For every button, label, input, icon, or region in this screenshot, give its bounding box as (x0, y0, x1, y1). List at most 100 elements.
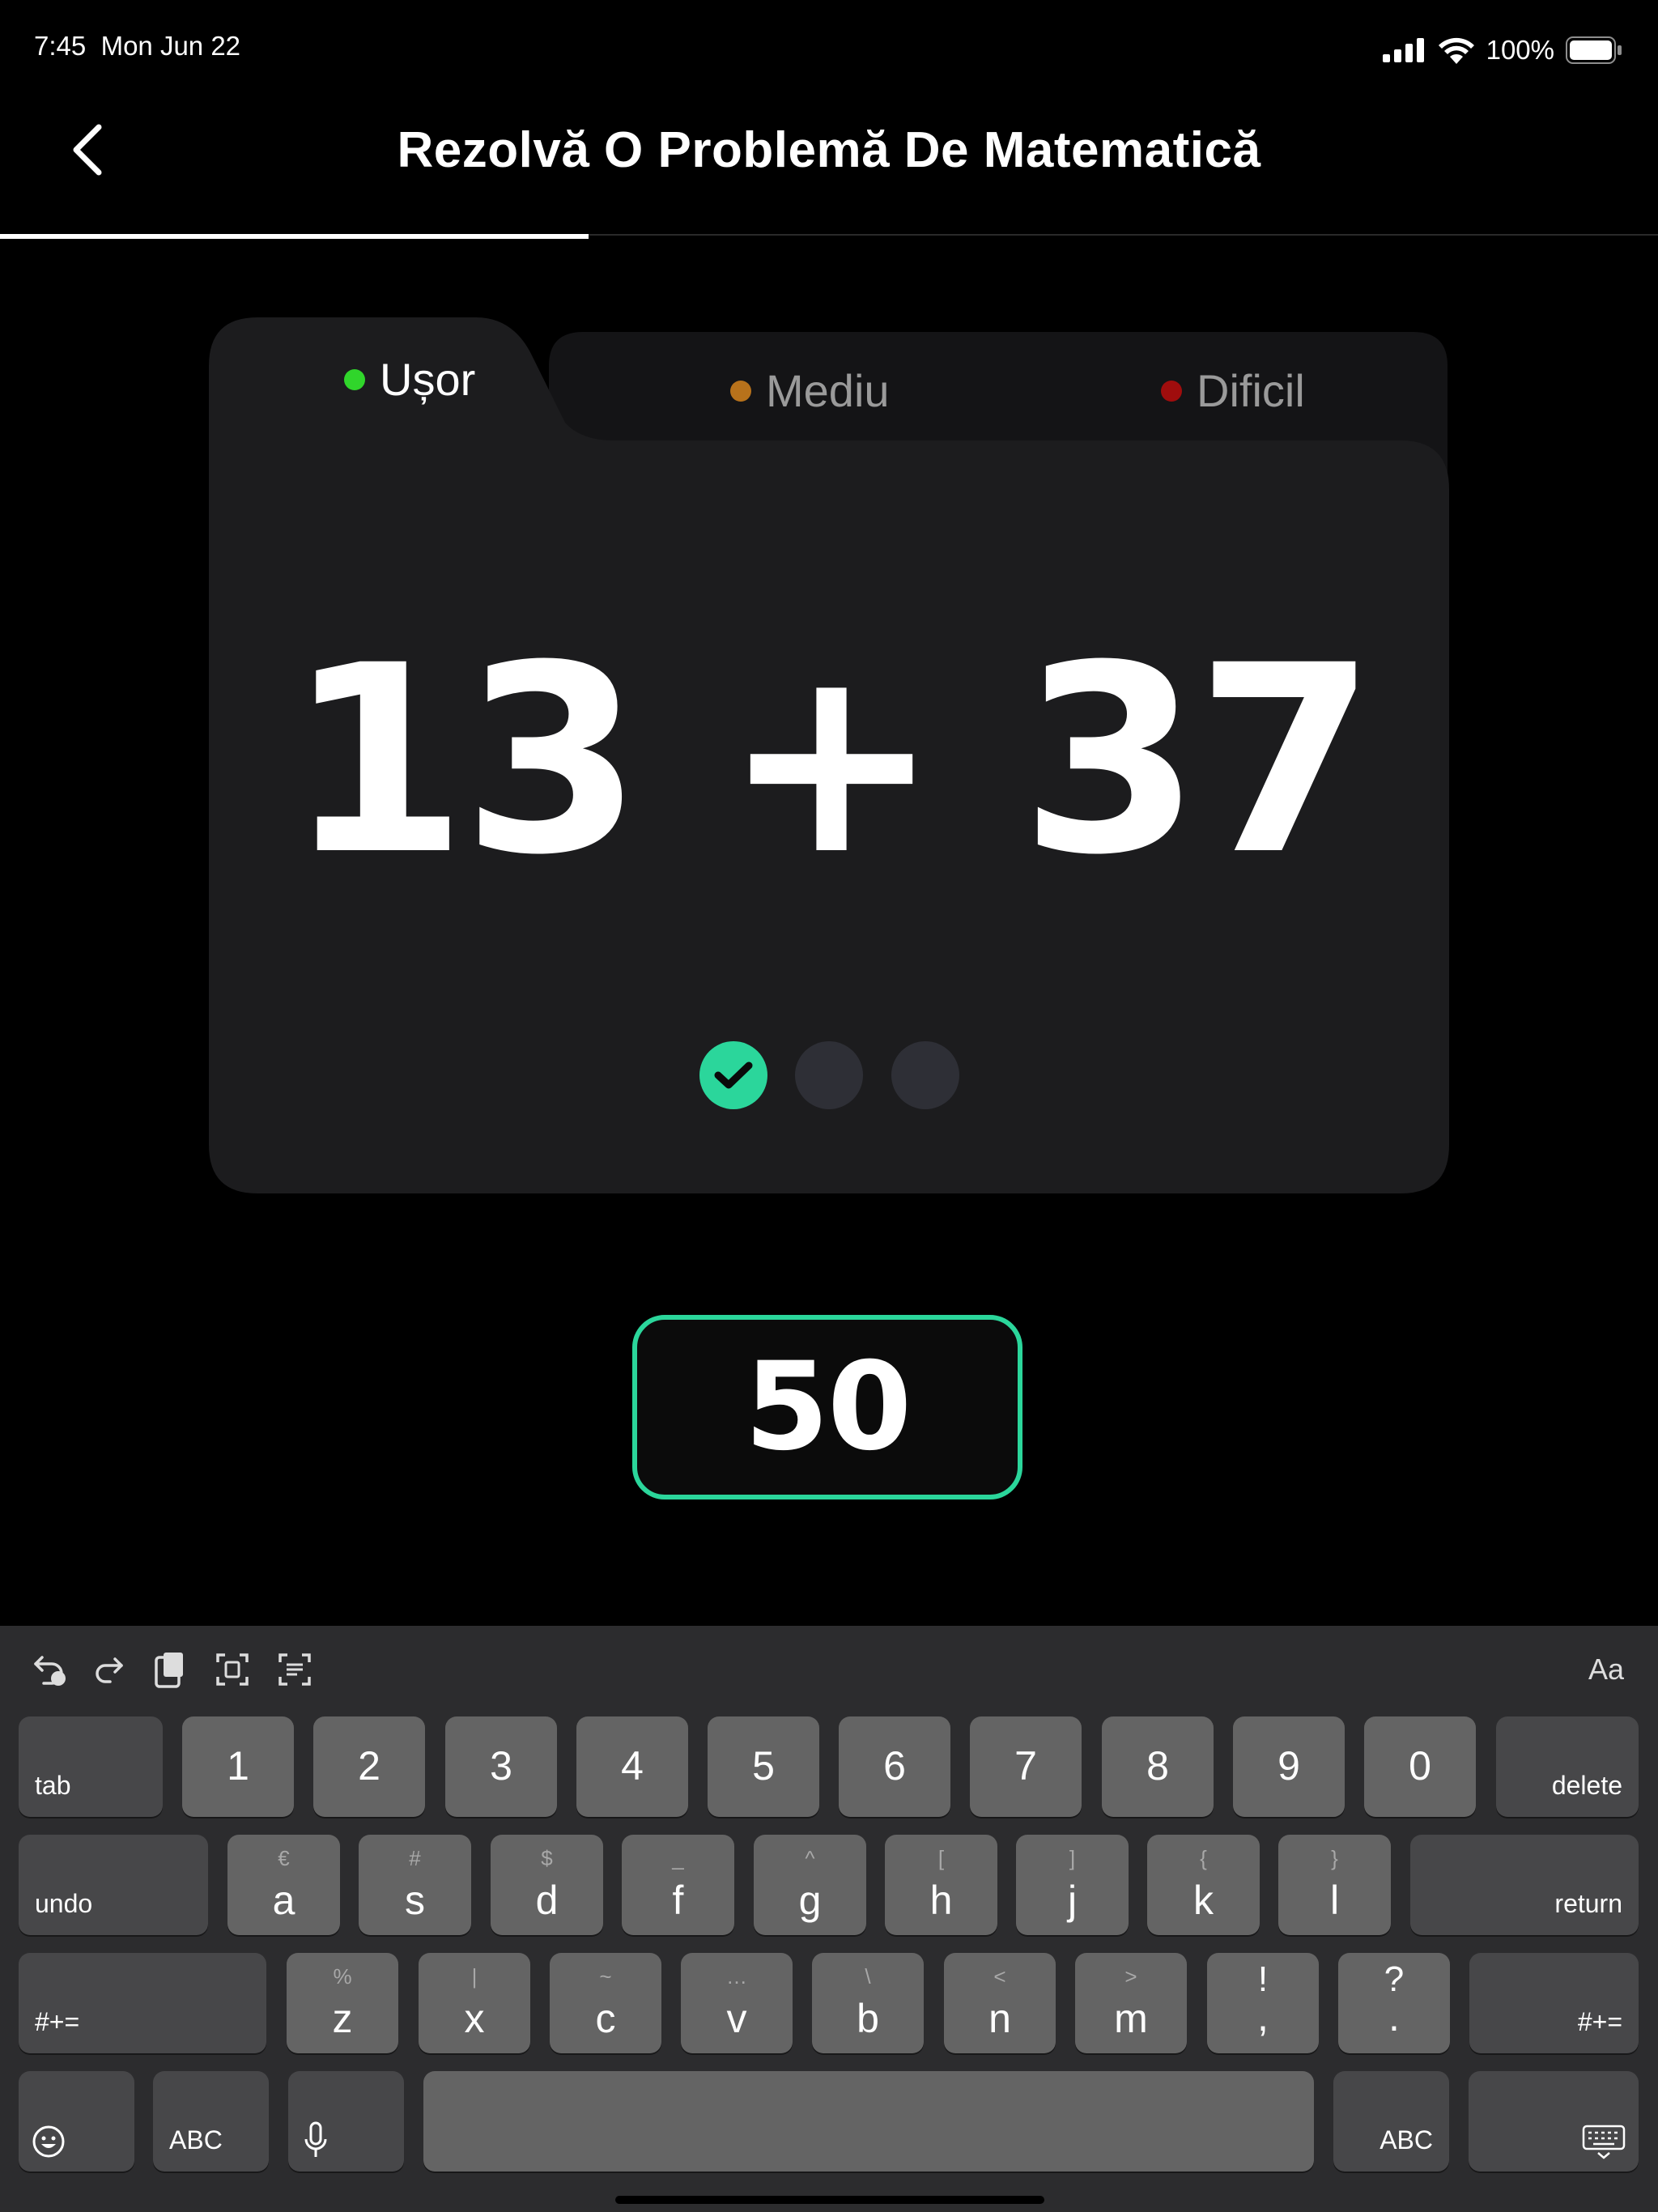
text-format-icon (278, 1653, 311, 1686)
answer-input[interactable] (637, 1336, 1018, 1478)
key-label: , (1257, 1994, 1269, 2040)
answer-field[interactable] (632, 1315, 1022, 1499)
key-label: 2 (358, 1743, 380, 1789)
key-l[interactable]: } l (1278, 1835, 1391, 1935)
key-v[interactable]: … v (681, 1953, 793, 2053)
key-3[interactable]: 3 (445, 1716, 557, 1817)
key-delete[interactable]: delete (1496, 1716, 1639, 1817)
key-label: n (988, 1996, 1011, 2041)
key-label: 8 (1146, 1743, 1169, 1789)
key-space[interactable] (423, 2071, 1314, 2172)
key-alt-label: ^ (805, 1846, 815, 1870)
redo-icon (96, 1657, 123, 1683)
step-indicator-pending (795, 1041, 863, 1109)
key-8[interactable]: 8 (1102, 1716, 1214, 1817)
key-label: j (1067, 1878, 1078, 1923)
wifi-icon (1438, 37, 1474, 64)
key-5[interactable]: 5 (708, 1716, 819, 1817)
key-dismiss-keyboard[interactable] (1469, 2071, 1639, 2172)
key-alt-label: € (278, 1846, 290, 1870)
kb-scan-tool[interactable] (215, 1645, 249, 1694)
key-m[interactable]: > m (1075, 1953, 1187, 2053)
microphone-icon (304, 2121, 327, 2157)
key-s[interactable]: # s (359, 1835, 471, 1935)
key-label: 5 (752, 1743, 775, 1789)
page-title: Rezolvă O Problemă De Matematică (397, 122, 1261, 178)
key-symbols-right[interactable]: #+= (1469, 1953, 1639, 2053)
key-label: #+= (1577, 2007, 1622, 2036)
key-alt-label: | (471, 1964, 478, 1989)
key-alt-label: < (993, 1964, 1006, 1989)
key-abc-right[interactable]: ABC (1333, 2071, 1449, 2172)
key-f[interactable]: _ f (622, 1835, 734, 1935)
key-x[interactable]: | x (419, 1953, 530, 2053)
key-alt-label: ] (1069, 1846, 1076, 1870)
key-label: d (535, 1878, 559, 1923)
battery-percent: 100% (1486, 35, 1554, 65)
emoji-icon (32, 2125, 65, 2158)
math-problem: 13 + 37 (287, 610, 1376, 912)
key-label: l (1329, 1878, 1340, 1923)
key-n[interactable]: < n (944, 1953, 1056, 2053)
kb-format-tool[interactable] (278, 1645, 312, 1694)
key-label: 4 (621, 1743, 644, 1789)
key-7[interactable]: 7 (970, 1716, 1082, 1817)
tab-label: Mediu (766, 365, 890, 416)
key-tab[interactable]: tab (19, 1716, 163, 1817)
key-a[interactable]: € a (227, 1835, 340, 1935)
key-1[interactable]: 1 (182, 1716, 294, 1817)
tab-dificil[interactable]: Dificil (1161, 364, 1305, 417)
level-dot-orange (730, 380, 751, 402)
key-4[interactable]: 4 (576, 1716, 688, 1817)
key-alt-label: [ (937, 1846, 945, 1870)
checkmark-icon (714, 1061, 753, 1089)
key-alt-label: $ (541, 1846, 553, 1870)
key-label: ABC (169, 2125, 223, 2155)
tab-mediu[interactable]: Mediu (730, 364, 890, 417)
key-0[interactable]: 0 (1364, 1716, 1476, 1817)
key-label: 7 (1014, 1743, 1037, 1789)
key-symbols-left[interactable]: #+= (19, 1953, 266, 2053)
key-h[interactable]: [h (885, 1835, 997, 1935)
scan-text-icon (216, 1653, 249, 1686)
undo-icon (34, 1656, 66, 1686)
key-label: 0 (1409, 1743, 1431, 1789)
key-b[interactable]: \ b (812, 1953, 924, 2053)
key-alt-label: \ (865, 1964, 871, 1989)
key-label: g (798, 1878, 822, 1923)
key-label: a (272, 1878, 295, 1923)
key-label: return (1554, 1889, 1622, 1918)
key-label: ABC (1380, 2125, 1433, 2155)
key-g[interactable]: ^ g (754, 1835, 866, 1935)
key-label: 1 (227, 1743, 249, 1789)
key-c[interactable]: ~ c (550, 1953, 661, 2053)
key-d[interactable]: $ d (491, 1835, 603, 1935)
key-abc-left[interactable]: ABC (153, 2071, 269, 2172)
status-indicators: 100% (1382, 29, 1622, 71)
kb-redo-tool[interactable] (92, 1645, 126, 1694)
key-label: #+= (35, 2007, 80, 2036)
kb-paste-tool[interactable] (154, 1645, 186, 1694)
key-z[interactable]: % z (287, 1953, 398, 2053)
key-9[interactable]: 9 (1233, 1716, 1345, 1817)
key-alt-label: } (1331, 1846, 1338, 1870)
key-return[interactable]: return (1410, 1835, 1639, 1935)
key-undo[interactable]: undo (19, 1835, 208, 1935)
home-indicator (615, 2196, 1044, 2204)
key-2[interactable]: 2 (313, 1716, 425, 1817)
key-label: k (1193, 1878, 1214, 1923)
key-6[interactable]: 6 (839, 1716, 950, 1817)
key-label: x (464, 1996, 485, 2041)
key-period[interactable]: ?. (1338, 1953, 1450, 2053)
kb-format-button[interactable]: Aa (1588, 1645, 1624, 1694)
key-label: 6 (883, 1743, 906, 1789)
tab-usor[interactable]: Ușor (344, 353, 475, 406)
key-comma[interactable]: !, (1207, 1953, 1319, 2053)
key-emoji[interactable] (19, 2071, 134, 2172)
key-k[interactable]: {k (1147, 1835, 1260, 1935)
key-alt-label: % (333, 1964, 352, 1989)
kb-undo-tool[interactable] (31, 1645, 68, 1694)
step-indicator-pending (891, 1041, 959, 1109)
key-dictation[interactable] (288, 2071, 404, 2172)
key-j[interactable]: ] j (1016, 1835, 1129, 1935)
